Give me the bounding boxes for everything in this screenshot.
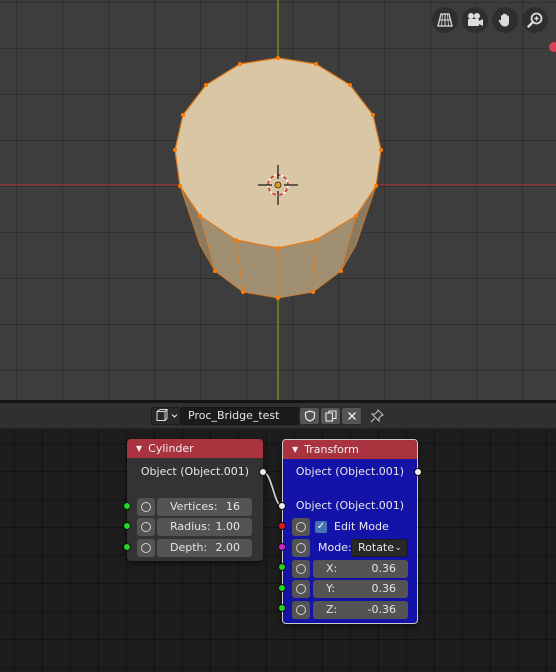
radius-label: Radius: bbox=[170, 520, 211, 533]
edit-mode-checkbox[interactable]: ✓ bbox=[315, 521, 327, 533]
radius-input-socket[interactable] bbox=[123, 522, 131, 530]
zoom-magnifier-icon bbox=[527, 12, 543, 28]
transform-input-label: Object (Object.001) bbox=[295, 499, 405, 512]
unlink-button[interactable] bbox=[341, 407, 362, 425]
camera-view-button[interactable] bbox=[462, 7, 488, 33]
object-link-wire[interactable] bbox=[262, 471, 283, 507]
duplicate-button[interactable] bbox=[320, 407, 341, 425]
pan-view-button[interactable] bbox=[492, 7, 518, 33]
hand-pan-icon bbox=[498, 13, 509, 27]
vertices-field[interactable]: Vertices: 16 bbox=[157, 498, 252, 516]
vertices-socket-toggle[interactable] bbox=[137, 498, 155, 516]
depth-input-socket[interactable] bbox=[123, 543, 131, 551]
mode-dropdown[interactable]: Rotate ⌄ bbox=[351, 539, 408, 557]
y-input-socket[interactable] bbox=[278, 584, 286, 592]
y-label: Y: bbox=[326, 582, 335, 595]
fake-user-button[interactable] bbox=[299, 407, 320, 425]
x-label: X: bbox=[326, 562, 338, 575]
x-field[interactable]: X: 0.36 bbox=[313, 560, 408, 578]
transform-node[interactable]: ▼ Transform Object (Object.001) Object (O… bbox=[282, 439, 418, 624]
transform-output-label: Object (Object.001) bbox=[295, 465, 405, 478]
radius-value: 1.00 bbox=[215, 520, 241, 533]
cylinder-node[interactable]: ▼ Cylinder Object (Object.001) Vertices: … bbox=[127, 439, 263, 561]
pin-icon bbox=[370, 409, 384, 423]
cylinder-node-title: Cylinder bbox=[148, 442, 194, 455]
z-value: -0.36 bbox=[367, 603, 396, 616]
depth-field[interactable]: Depth: 2.00 bbox=[157, 539, 252, 557]
z-input-socket[interactable] bbox=[278, 604, 286, 612]
node-tree-name-field[interactable]: Proc_Bridge_test bbox=[180, 407, 300, 425]
perspective-toggle-button[interactable] bbox=[432, 7, 458, 33]
y-value: 0.36 bbox=[371, 582, 397, 595]
cylinder-output-label: Object (Object.001) bbox=[140, 465, 250, 478]
navigation-gizmo-x-dot[interactable] bbox=[549, 42, 556, 52]
x-value: 0.36 bbox=[371, 562, 397, 575]
radius-socket-toggle[interactable] bbox=[137, 518, 155, 536]
unlink-x-icon bbox=[347, 412, 356, 420]
edit-mode-label: Edit Mode bbox=[334, 520, 389, 533]
perspective-grid-icon bbox=[437, 13, 453, 27]
pin-button[interactable] bbox=[367, 407, 387, 425]
transform-object-input-socket[interactable] bbox=[278, 502, 286, 510]
transform-object-output-socket[interactable] bbox=[414, 468, 422, 476]
edit-mode-socket-toggle[interactable] bbox=[292, 518, 310, 536]
viewport-scene bbox=[0, 0, 556, 400]
node-editor-canvas[interactable]: ▼ Cylinder Object (Object.001) Vertices: … bbox=[0, 429, 556, 672]
edit-mode-input-socket[interactable] bbox=[278, 522, 286, 530]
collapse-triangle-icon[interactable]: ▼ bbox=[136, 444, 142, 453]
node-tree-type-dropdown[interactable] bbox=[151, 407, 181, 425]
cylinder-object-output-socket[interactable] bbox=[259, 468, 267, 476]
depth-label: Depth: bbox=[170, 541, 208, 554]
mode-value: Rotate bbox=[358, 541, 395, 554]
node-editor-header: Proc_Bridge_test bbox=[0, 403, 556, 429]
chevron-down-icon: ⌄ bbox=[394, 543, 402, 553]
z-socket-toggle[interactable] bbox=[292, 601, 310, 619]
z-field[interactable]: Z: -0.36 bbox=[313, 601, 408, 619]
radius-field[interactable]: Radius: 1.00 bbox=[157, 518, 252, 536]
mode-socket-toggle[interactable] bbox=[292, 539, 310, 557]
fake-user-shield-icon bbox=[304, 410, 315, 422]
depth-socket-toggle[interactable] bbox=[137, 539, 155, 557]
mode-label: Mode: bbox=[318, 541, 352, 554]
zoom-view-button[interactable] bbox=[522, 7, 548, 33]
transform-node-title: Transform bbox=[304, 443, 359, 456]
vertices-value: 16 bbox=[226, 500, 240, 513]
collapse-triangle-icon[interactable]: ▼ bbox=[292, 445, 298, 454]
vertices-label: Vertices: bbox=[170, 500, 218, 513]
z-label: Z: bbox=[326, 603, 338, 616]
x-input-socket[interactable] bbox=[278, 563, 286, 571]
x-socket-toggle[interactable] bbox=[292, 560, 310, 578]
duplicate-icon bbox=[324, 410, 337, 422]
camera-icon bbox=[468, 13, 483, 26]
y-field[interactable]: Y: 0.36 bbox=[313, 580, 408, 598]
node-tree-type-icon bbox=[156, 409, 178, 421]
transform-node-header[interactable]: ▼ Transform bbox=[283, 440, 417, 459]
mode-input-socket[interactable] bbox=[278, 543, 286, 551]
y-socket-toggle[interactable] bbox=[292, 580, 310, 598]
vertices-input-socket[interactable] bbox=[123, 502, 131, 510]
node-link-layer bbox=[262, 470, 283, 508]
depth-value: 2.00 bbox=[215, 541, 241, 554]
3d-viewport[interactable] bbox=[0, 0, 556, 400]
cylinder-node-header[interactable]: ▼ Cylinder bbox=[127, 439, 263, 458]
